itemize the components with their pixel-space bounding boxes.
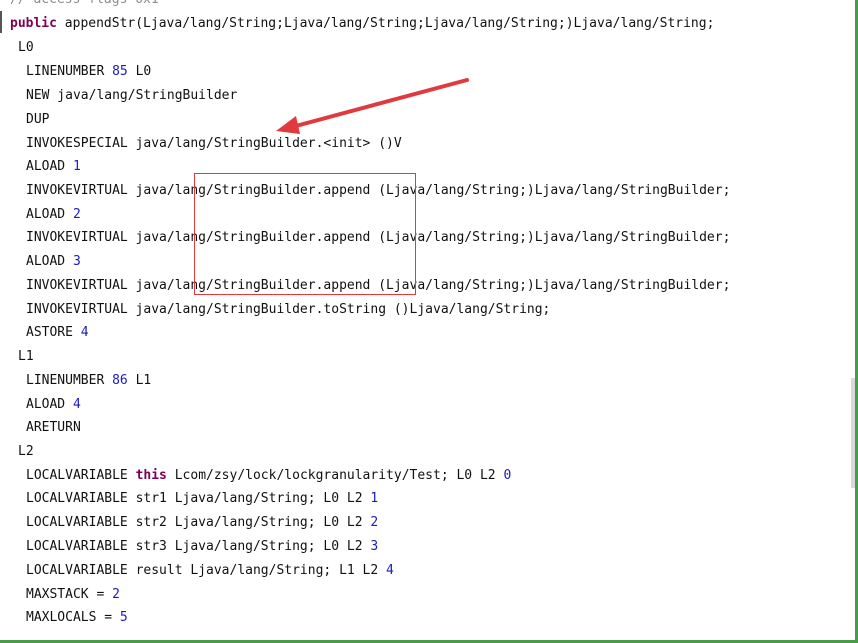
bytecode-editor[interactable]: // access flags 0x1public appendStr(Ljav… [0,0,858,643]
red-arrow-icon [276,78,469,134]
